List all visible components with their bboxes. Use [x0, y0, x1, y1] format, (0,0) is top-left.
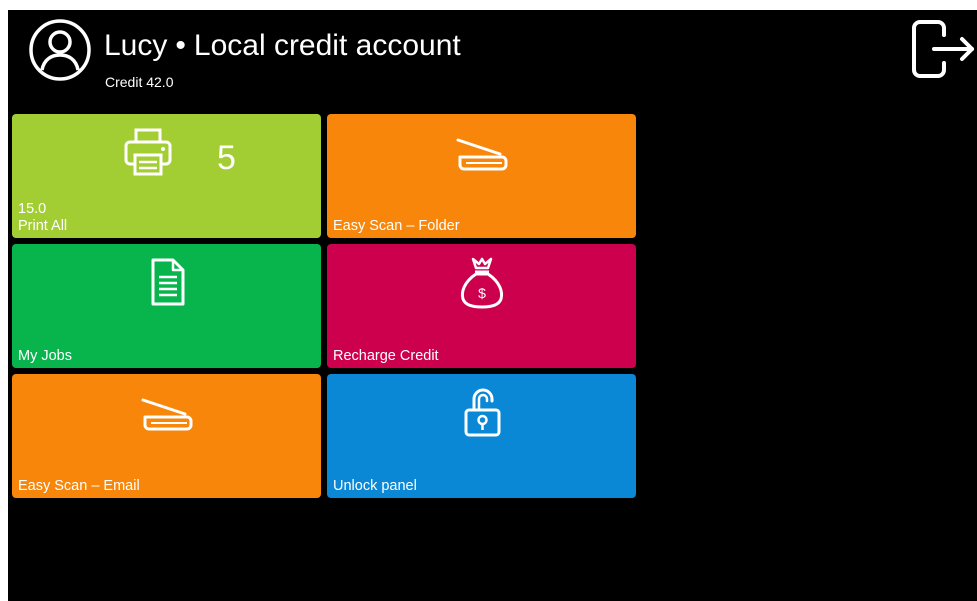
document-icon: [151, 258, 184, 306]
tile-label: My Jobs: [18, 348, 72, 364]
unlocked-padlock-icon: [464, 388, 500, 437]
user-circle-icon[interactable]: [28, 18, 92, 82]
svg-text:$: $: [478, 285, 486, 301]
logout-icon[interactable]: [910, 19, 976, 79]
account-type: Local credit account: [193, 29, 461, 62]
tile-label: Recharge Credit: [333, 348, 439, 364]
terminal-screen: Lucy • Local credit account Credit 42.0 5 …: [8, 10, 977, 601]
scanner-icon: [456, 138, 507, 171]
tile-unlock-panel[interactable]: Unlock panel: [327, 374, 636, 498]
printer-icon: [124, 128, 172, 176]
tile-easy-scan-folder[interactable]: Easy Scan – Folder: [327, 114, 636, 238]
print-all-cost: 15.0: [18, 201, 47, 217]
credit-balance: Credit 42.0: [105, 74, 174, 90]
print-job-count: 5: [217, 139, 236, 177]
header: Lucy • Local credit account Credit 42.0: [8, 10, 977, 110]
tile-label: Easy Scan – Email: [18, 478, 140, 494]
tile-print-all[interactable]: 5 15.0 Print All: [12, 114, 321, 238]
scanner-icon: [141, 398, 192, 431]
tile-label: Easy Scan – Folder: [333, 218, 460, 234]
tile-recharge-credit[interactable]: $ Recharge Credit: [327, 244, 636, 368]
tile-label: Print All: [18, 218, 68, 234]
user-title: Lucy • Local credit account: [104, 29, 461, 63]
tile-easy-scan-email[interactable]: Easy Scan – Email: [12, 374, 321, 498]
money-bag-icon: $: [460, 257, 503, 309]
tile-my-jobs[interactable]: My Jobs: [12, 244, 321, 368]
tile-label: Unlock panel: [333, 478, 417, 494]
user-name: Lucy: [104, 29, 168, 62]
title-separator: •: [175, 29, 186, 62]
